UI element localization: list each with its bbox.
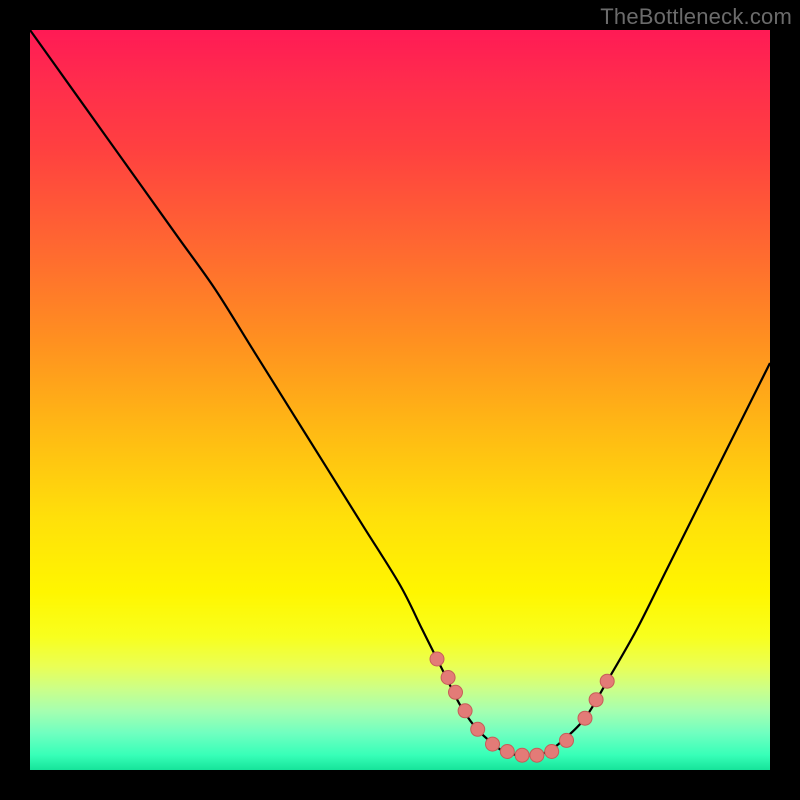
highlight-dot [515, 748, 529, 762]
highlight-dot [449, 685, 463, 699]
highlight-dot [530, 748, 544, 762]
highlight-dots-group [430, 652, 614, 762]
highlight-dot [500, 745, 514, 759]
plot-area [30, 30, 770, 770]
watermark-text: TheBottleneck.com [600, 4, 792, 30]
chart-stage: TheBottleneck.com [0, 0, 800, 800]
highlight-dot [589, 693, 603, 707]
highlight-dot [430, 652, 444, 666]
highlight-dot [578, 711, 592, 725]
highlight-dot [545, 745, 559, 759]
highlight-dot [458, 704, 472, 718]
highlight-dot [560, 733, 574, 747]
highlight-dot [486, 737, 500, 751]
dots-layer [30, 30, 770, 770]
highlight-dot [600, 674, 614, 688]
highlight-dot [441, 671, 455, 685]
highlight-dot [471, 722, 485, 736]
